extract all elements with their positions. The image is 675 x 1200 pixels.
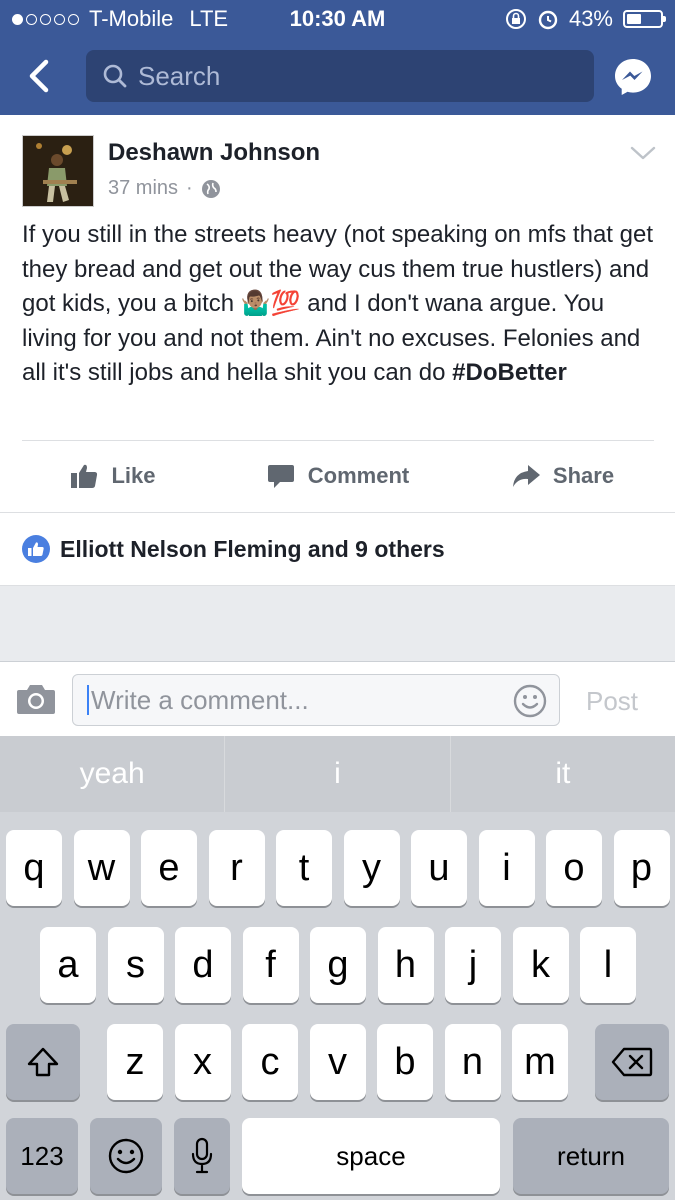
globe-icon xyxy=(201,179,220,198)
key-j[interactable]: j xyxy=(445,927,501,1003)
suggestion-3[interactable]: it xyxy=(451,736,675,812)
shift-key[interactable] xyxy=(6,1024,80,1100)
key-i[interactable]: i xyxy=(478,830,535,906)
post-comment-button[interactable]: Post xyxy=(586,686,638,717)
key-x[interactable]: x xyxy=(174,1024,231,1100)
key-t[interactable]: t xyxy=(276,830,332,906)
comment-button[interactable]: Comment xyxy=(225,450,450,502)
backspace-icon xyxy=(611,1047,653,1077)
likes-summary[interactable]: Elliott Nelson Fleming and 9 others xyxy=(0,513,675,586)
key-e[interactable]: e xyxy=(141,830,197,906)
like-label: Like xyxy=(111,463,156,488)
like-reaction-icon xyxy=(22,535,50,563)
shift-icon xyxy=(27,1047,59,1077)
share-arrow-icon xyxy=(512,465,540,487)
nav-row: Search xyxy=(0,46,675,106)
key-v[interactable]: v xyxy=(309,1024,366,1100)
search-icon xyxy=(103,64,127,88)
rotation-lock-icon xyxy=(505,9,526,29)
emoji-key[interactable] xyxy=(90,1118,162,1194)
post-emoji: 🤷🏽‍♂️💯 xyxy=(240,290,301,317)
key-s[interactable]: s xyxy=(107,927,164,1003)
key-m[interactable]: m xyxy=(512,1024,568,1100)
key-a[interactable]: a xyxy=(40,927,96,1003)
key-d[interactable]: d xyxy=(175,927,231,1003)
text-cursor xyxy=(87,685,89,715)
status-right: 43% xyxy=(505,6,666,32)
comment-label: Comment xyxy=(307,463,410,488)
search-input[interactable]: Search xyxy=(86,50,594,102)
comment-placeholder: Write a comment... xyxy=(91,684,309,715)
key-k[interactable]: k xyxy=(512,927,569,1003)
key-r[interactable]: r xyxy=(208,830,265,906)
key-w[interactable]: w xyxy=(73,830,130,906)
key-y[interactable]: y xyxy=(343,830,400,906)
messenger-icon[interactable] xyxy=(612,56,654,98)
post-actions: Like Comment Share xyxy=(0,450,675,502)
thumbs-up-icon xyxy=(71,464,98,488)
suggestion-2[interactable]: i xyxy=(225,736,451,812)
back-icon[interactable] xyxy=(20,56,60,96)
battery-icon xyxy=(623,10,666,28)
key-f[interactable]: f xyxy=(242,927,299,1003)
battery-percent: 43% xyxy=(568,6,613,31)
comment-composer: Write a comment... Post xyxy=(0,661,675,736)
post-divider xyxy=(22,440,654,441)
key-b[interactable]: b xyxy=(377,1024,433,1100)
like-button[interactable]: Like xyxy=(0,450,225,502)
key-u[interactable]: u xyxy=(411,830,467,906)
key-z[interactable]: z xyxy=(107,1024,163,1100)
emoji-icon xyxy=(108,1138,144,1174)
microphone-icon xyxy=(191,1137,213,1174)
smiley-icon[interactable] xyxy=(513,684,547,718)
alarm-icon xyxy=(538,10,558,30)
status-bar: T-Mobile LTE 10:30 AM 43% xyxy=(0,0,675,38)
comment-input[interactable]: Write a comment... xyxy=(72,674,560,726)
key-n[interactable]: n xyxy=(444,1024,501,1100)
meta-separator: · xyxy=(186,177,193,199)
keyboard: yeah i it 123 space return qwertyuiopasd… xyxy=(0,736,675,1200)
key-q[interactable]: q xyxy=(6,830,62,906)
key-c[interactable]: c xyxy=(242,1024,298,1100)
key-g[interactable]: g xyxy=(310,927,366,1003)
avatar[interactable] xyxy=(22,135,94,207)
key-o[interactable]: o xyxy=(546,830,602,906)
return-key[interactable]: return xyxy=(513,1118,669,1194)
suggestion-1[interactable]: yeah xyxy=(0,736,226,812)
post-meta: 37 mins · xyxy=(108,177,221,200)
key-p[interactable]: p xyxy=(613,830,670,906)
share-button[interactable]: Share xyxy=(450,450,675,502)
feed-post: Deshawn Johnson 37 mins · If you still i… xyxy=(0,115,675,513)
post-author[interactable]: Deshawn Johnson xyxy=(108,139,320,167)
numbers-key[interactable]: 123 xyxy=(6,1118,78,1194)
key-h[interactable]: h xyxy=(377,927,434,1003)
camera-icon[interactable] xyxy=(16,682,56,716)
post-body: If you still in the streets heavy (not s… xyxy=(22,218,662,391)
key-l[interactable]: l xyxy=(580,927,636,1003)
search-placeholder: Search xyxy=(138,60,221,91)
post-time[interactable]: 37 mins xyxy=(108,177,178,200)
share-label: Share xyxy=(552,463,615,488)
predictive-bar: yeah i it xyxy=(0,736,675,812)
backspace-key[interactable] xyxy=(595,1024,669,1100)
likes-text: Elliott Nelson Fleming and 9 others xyxy=(60,535,445,562)
chevron-down-icon[interactable] xyxy=(630,145,656,161)
comment-bubble-icon xyxy=(267,465,294,488)
app-header: T-Mobile LTE 10:30 AM 43% Search xyxy=(0,0,675,115)
dictation-key[interactable] xyxy=(174,1118,230,1194)
space-key[interactable]: space xyxy=(242,1118,500,1194)
post-hashtag[interactable]: #DoBetter xyxy=(452,359,567,386)
